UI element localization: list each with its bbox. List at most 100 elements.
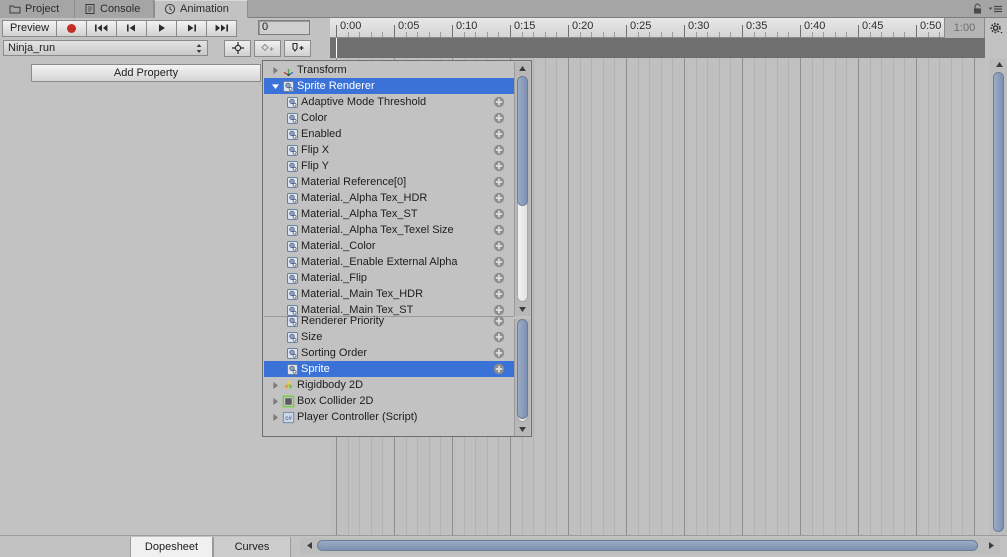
chevron-right-icon[interactable] [271,413,280,422]
property-list-bottom[interactable]: Renderer Priority Size Sorting Order Sprite… [264,313,514,430]
component-row[interactable]: Transform [264,62,514,78]
scrollbar-thumb-2[interactable] [517,319,528,419]
add-marker-button[interactable] [284,39,311,57]
scroll-right-arrow-icon[interactable] [984,538,998,553]
property-row[interactable]: Flip X [264,142,514,158]
scrollbar-thumb[interactable] [517,76,528,206]
property-row[interactable]: Material._Alpha Tex_Texel Size [264,222,514,238]
add-property-plus-icon[interactable] [493,160,505,172]
timeline-ruler[interactable]: 0:00 0:05 0:10 0:15 0:20 0:25 0:30 0:35 0:40 0:45… [330,18,1007,38]
grid-line [602,58,604,535]
tab-dopesheet[interactable]: Dopesheet [130,537,213,557]
component-row[interactable]: c# Player Controller (Script) [264,409,514,425]
add-keyframe-button[interactable] [224,39,251,57]
add-property-plus-icon[interactable] [493,192,505,204]
property-row[interactable]: Flip Y [264,158,514,174]
component-row[interactable]: Box Collider 2D [264,393,514,409]
add-property-plus-icon[interactable] [493,224,505,236]
add-property-plus-icon[interactable] [493,144,505,156]
property-scrollbar-top[interactable] [514,62,530,316]
ruler-minor-tick [649,32,651,37]
property-row[interactable]: Enabled [264,126,514,142]
play-button[interactable] [146,19,178,37]
add-property-plus-icon[interactable] [493,288,505,300]
horizontal-scrollbar[interactable] [300,538,1000,554]
animation-clip-selector[interactable]: Ninja_run [3,40,208,56]
property-list-top[interactable]: Transform Sprite Renderer Adaptive Mode Th… [264,62,514,316]
next-frame-button[interactable] [176,19,208,37]
scroll-down-arrow-icon-2[interactable] [515,423,530,436]
scroll-left-arrow-icon[interactable] [302,538,316,553]
add-property-button[interactable]: Add Property [31,64,261,82]
preview-button[interactable]: Preview [2,19,58,37]
chevron-right-icon[interactable] [271,397,280,406]
expand-toggle[interactable] [268,82,282,91]
tab-curves[interactable]: Curves [213,537,291,557]
expand-toggle[interactable] [268,381,282,390]
row-icon [286,272,301,285]
property-row[interactable]: Renderer Priority [264,313,514,329]
property-row[interactable]: Color [264,110,514,126]
tab-console-label: Console [100,3,141,15]
ruler-minor-tick [359,32,361,37]
scroll-down-arrow-icon[interactable] [515,303,530,316]
add-property-plus-icon[interactable] [493,176,505,188]
prev-frame-button[interactable] [116,19,148,37]
component-row[interactable]: Sprite Renderer [264,78,514,94]
property-row[interactable]: Size [264,329,514,345]
record-button[interactable] [56,19,88,37]
add-event-button[interactable] [254,39,281,57]
add-property-plus-icon[interactable] [493,128,505,140]
main-scrollbar-thumb[interactable] [993,72,1004,532]
timeline-keyframe-band[interactable] [330,38,985,58]
add-property-plus-icon[interactable] [493,272,505,284]
tab-project[interactable]: Project [0,0,75,18]
property-row[interactable]: Material._Main Tex_HDR [264,286,514,302]
scroll-up-arrow-icon[interactable] [515,62,530,75]
lock-icon[interactable] [972,3,983,15]
property-row[interactable]: Material._Enable External Alpha [264,254,514,270]
add-property-plus-icon[interactable] [493,96,505,108]
expand-toggle[interactable] [268,66,282,75]
add-property-plus-icon[interactable] [493,347,505,359]
ruler-minor-tick [498,32,500,37]
tab-console[interactable]: Console [75,0,154,18]
property-row[interactable]: Adaptive Mode Threshold [264,94,514,110]
property-row[interactable]: Sprite [264,361,514,377]
property-row[interactable]: Material._Alpha Tex_ST [264,206,514,222]
add-property-plus-icon[interactable] [493,240,505,252]
expand-toggle[interactable] [268,397,282,406]
row-icon [286,363,301,376]
add-property-plus-icon[interactable] [493,363,505,375]
property-row[interactable]: Sorting Order [264,345,514,361]
row-icon [286,224,301,237]
add-property-plus-icon[interactable] [493,208,505,220]
add-property-plus-icon[interactable] [493,256,505,268]
main-vertical-scrollbar[interactable] [989,58,1007,535]
chevron-right-icon[interactable] [271,381,280,390]
main-scroll-up-arrow-icon[interactable] [992,58,1006,71]
chevron-down-icon[interactable] [271,82,280,91]
property-row[interactable]: Material._Alpha Tex_HDR [264,190,514,206]
chevron-right-icon[interactable] [271,66,280,75]
row-label: Adaptive Mode Threshold [301,96,427,108]
first-frame-button[interactable] [86,19,118,37]
property-scrollbar-bottom[interactable] [514,319,530,436]
horizontal-scrollbar-thumb[interactable] [317,540,978,551]
expand-toggle[interactable] [268,413,282,422]
animation-settings-button[interactable] [984,18,1007,38]
hamburger-menu-icon[interactable] [988,3,1003,15]
last-frame-button[interactable] [206,19,238,37]
window-tab-strip: Project Console Animation [0,0,1007,18]
current-frame-input[interactable]: 0 [258,20,310,35]
property-row[interactable]: Material._Color [264,238,514,254]
add-property-plus-icon[interactable] [493,331,505,343]
add-property-plus-icon[interactable] [493,112,505,124]
playhead-line [336,38,337,58]
add-property-plus-icon[interactable] [493,315,505,327]
component-row[interactable]: Rigidbody 2D [264,377,514,393]
property-row[interactable]: Material Reference[0] [264,174,514,190]
property-row[interactable]: Material._Flip [264,270,514,286]
tab-animation[interactable]: Animation [154,0,248,18]
ruler-label: 0:15 [514,20,536,32]
